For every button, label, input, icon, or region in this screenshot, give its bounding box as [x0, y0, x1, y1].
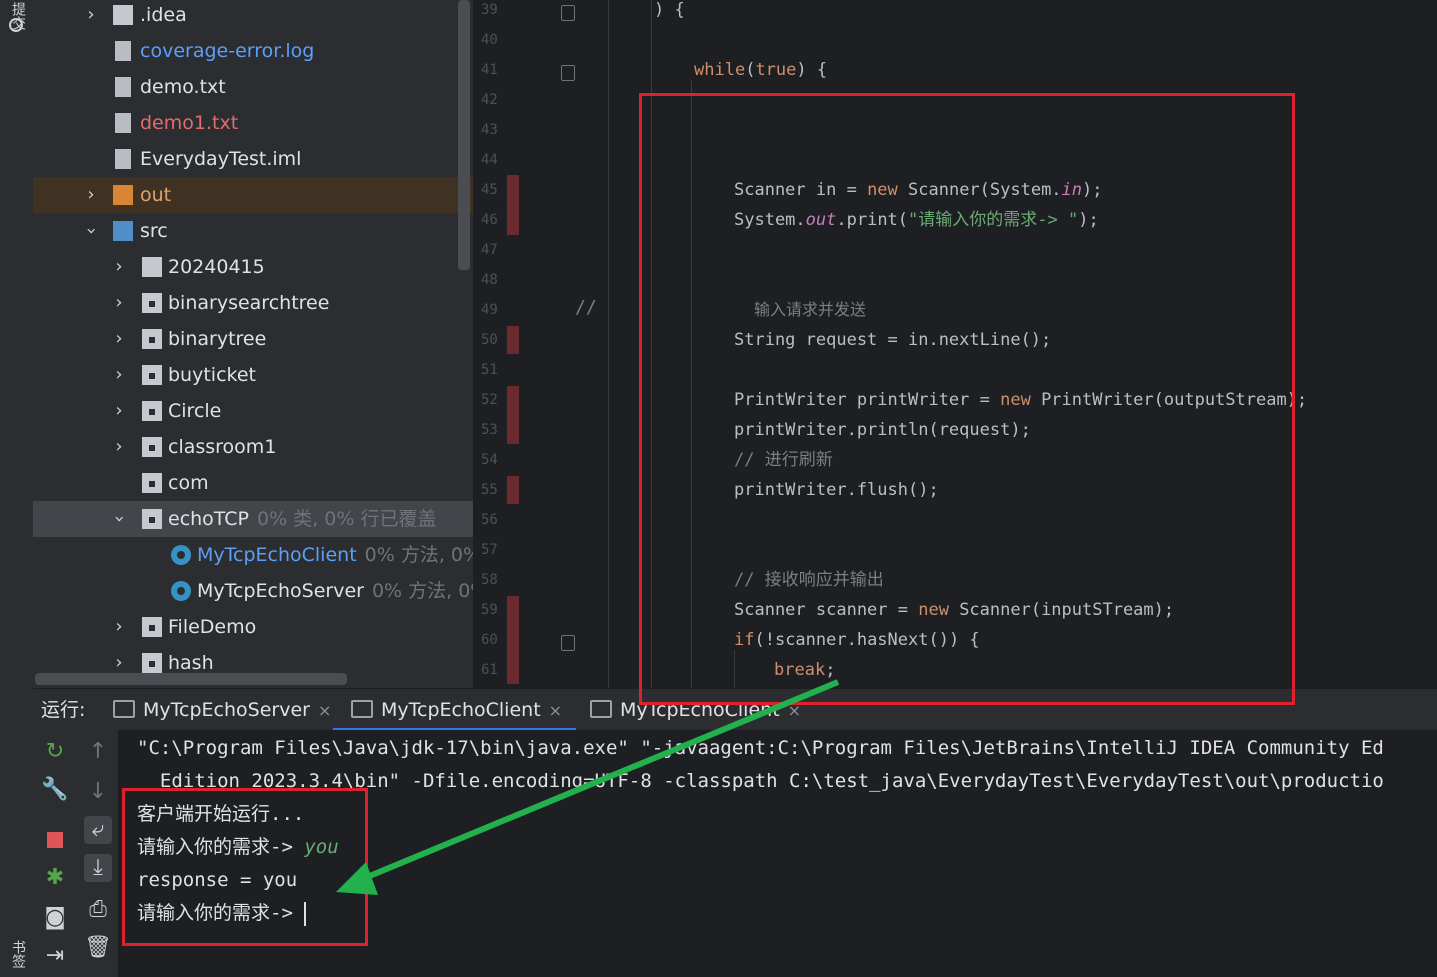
arrow-head [336, 862, 378, 895]
arrow-shaft [358, 679, 840, 883]
annotation-green-arrow [336, 679, 840, 895]
